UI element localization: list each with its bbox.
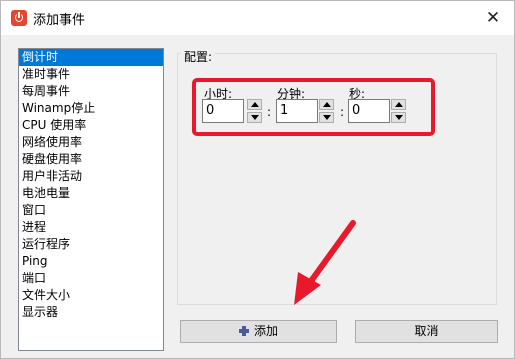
list-item[interactable]: 窗口: [19, 202, 163, 219]
list-item[interactable]: 运行程序: [19, 236, 163, 253]
cancel-button[interactable]: 取消: [355, 320, 498, 343]
cancel-button-label: 取消: [414, 324, 439, 338]
event-type-list[interactable]: 倒计时 准时事件 每周事件 Winamp停止 CPU 使用率 网络使用率 硬盘使用率 用户非活…: [18, 48, 164, 351]
list-item[interactable]: 进程: [19, 219, 163, 236]
plus-icon: [238, 326, 249, 336]
list-item[interactable]: CPU 使用率: [19, 117, 163, 134]
window-title: 添加事件: [33, 13, 86, 28]
list-item[interactable]: 显示器: [19, 304, 163, 321]
dialog-body: 倒计时 准时事件 每周事件 Winamp停止 CPU 使用率 网络使用率 硬盘使用率 用户非活…: [1, 35, 514, 358]
list-item[interactable]: Ping: [19, 253, 163, 270]
list-item[interactable]: 电池电量: [19, 185, 163, 202]
title-bar: 添加事件 ✕: [1, 1, 514, 35]
close-icon[interactable]: ✕: [480, 5, 506, 31]
list-item[interactable]: 文件大小: [19, 287, 163, 304]
list-item[interactable]: 倒计时: [19, 49, 163, 66]
add-event-dialog: 添加事件 ✕ 倒计时 准时事件 每周事件 Winamp停止 CPU 使用率 网络使用率 硬盘…: [0, 0, 515, 359]
list-item[interactable]: Winamp停止: [19, 100, 163, 117]
add-button[interactable]: 添加: [180, 320, 337, 343]
config-group-label: 配置:: [181, 48, 216, 65]
list-item[interactable]: 准时事件: [19, 66, 163, 83]
list-item[interactable]: 用户非活动: [19, 168, 163, 185]
list-item[interactable]: 硬盘使用率: [19, 151, 163, 168]
list-item[interactable]: 网络使用率: [19, 134, 163, 151]
highlight-annotation: [192, 78, 435, 136]
app-alarm-icon: [11, 10, 27, 26]
list-item[interactable]: 端口: [19, 270, 163, 287]
list-item[interactable]: 每周事件: [19, 83, 163, 100]
add-button-label: 添加: [253, 324, 278, 338]
